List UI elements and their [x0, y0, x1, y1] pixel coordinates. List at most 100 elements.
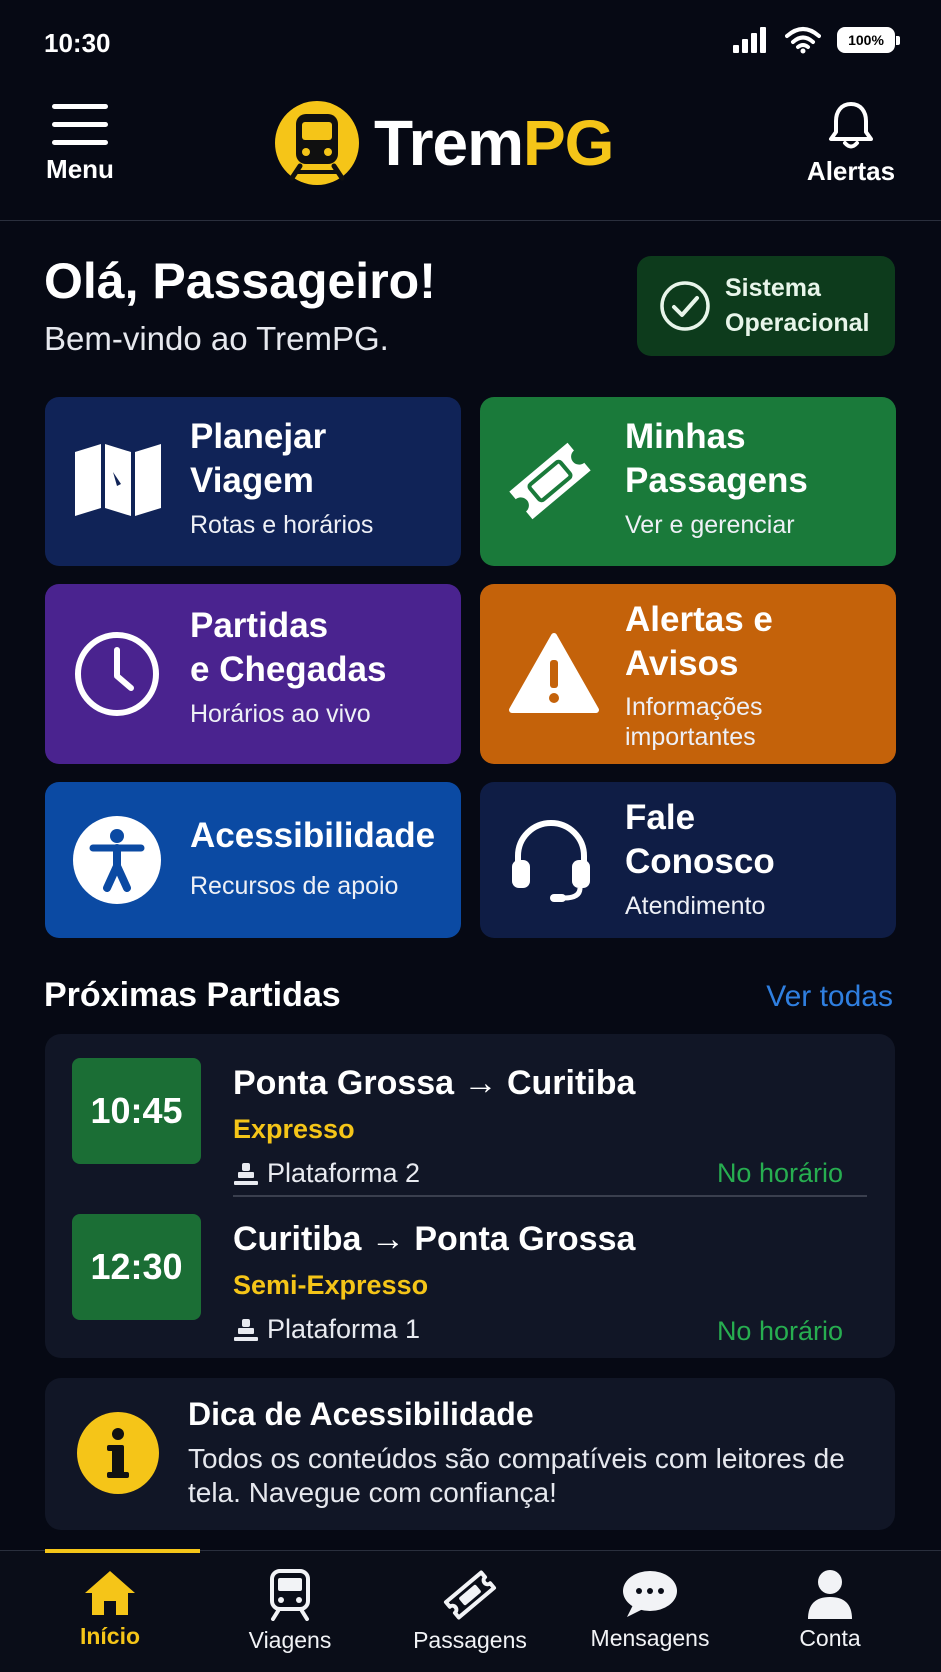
train-logo-icon — [275, 101, 359, 185]
departure-route: Ponta Grossa → Curitiba — [233, 1064, 636, 1102]
tile-subtitle: Ver e gerenciar — [625, 511, 795, 539]
tile-title: Minhas — [625, 417, 746, 456]
accessibility-tip-card: Dica de Acessibilidade Todos os conteúdo… — [45, 1378, 895, 1530]
tile-my-tickets-text: Minhas Passagens Ver e gerenciar — [625, 415, 808, 541]
tile-subtitle: importantes — [625, 723, 756, 751]
train-icon — [270, 1569, 310, 1621]
check-circle-icon — [660, 281, 710, 331]
tile-subtitle: Atendimento — [625, 892, 766, 920]
tile-title: Acessibilidade — [190, 816, 436, 855]
tile-title: Avisos — [625, 644, 739, 683]
tile-subtitle: Horários ao vivo — [190, 700, 371, 728]
departures-card: 10:45 Ponta Grossa → Curitiba Expresso P… — [45, 1034, 895, 1358]
departure-status: No horário — [716, 1316, 843, 1346]
system-status-badge: Sistema Operacional — [637, 256, 895, 356]
departure-time: 10:45 — [72, 1058, 201, 1164]
headset-icon — [512, 820, 590, 902]
ticket-icon — [443, 1570, 497, 1620]
brand-name-prefix: Trem — [374, 107, 524, 179]
nav-label: Viagens — [248, 1627, 332, 1653]
nav-item-account[interactable]: Conta — [740, 1569, 920, 1652]
divider — [233, 1195, 867, 1197]
tile-title: Planejar — [190, 417, 327, 456]
info-icon — [77, 1412, 159, 1494]
alerts-button[interactable]: Alertas — [801, 100, 901, 187]
brand-logo: TremPG — [274, 100, 614, 186]
wifi-icon — [785, 27, 821, 54]
tile-subtitle: Informações — [625, 693, 763, 721]
menu-button[interactable]: Menu — [40, 102, 120, 185]
battery-icon: 100% — [837, 27, 900, 53]
status-bar: 10:30 100% — [0, 0, 941, 86]
departure-type: Semi-Expresso — [233, 1270, 429, 1300]
tile-alerts-text: Alertas e Avisos Informações importantes — [625, 598, 773, 752]
tile-departures-text: Partidas e Chegadas Horários ao vivo — [190, 604, 386, 730]
departure-time: 12:30 — [72, 1214, 201, 1320]
system-status-text: Sistema Operacional — [725, 271, 870, 341]
platform-icon — [234, 1318, 258, 1341]
greeting-subtitle: Bem-vindo ao TremPG. — [44, 320, 389, 357]
see-all-link[interactable]: Ver todas — [766, 980, 893, 1014]
brand-name: TremPG — [374, 106, 614, 180]
tile-plan-trip[interactable]: Planejar Viagem Rotas e horários — [45, 397, 461, 566]
bell-icon — [829, 102, 873, 149]
hamburger-icon — [52, 104, 108, 145]
system-status-line2: Operacional — [725, 309, 870, 337]
active-tab-indicator — [45, 1549, 200, 1553]
app-header: Menu TremPG Alertas — [0, 86, 941, 221]
departure-platform: Plataforma 1 — [233, 1314, 420, 1345]
user-icon — [808, 1570, 852, 1619]
greeting-title: Olá, Passageiro! — [44, 253, 436, 309]
departure-row[interactable]: 12:30 Curitiba → Ponta Grossa Semi-Expre… — [45, 1214, 895, 1364]
brand-name-suffix: PG — [522, 107, 614, 179]
departure-platform-text: Plataforma 2 — [267, 1158, 421, 1188]
tip-text: Todos os conteúdos são compatíveis com l… — [188, 1443, 845, 1508]
departure-row[interactable]: 10:45 Ponta Grossa → Curitiba Expresso P… — [45, 1058, 895, 1208]
nav-item-home[interactable]: Início — [20, 1569, 200, 1650]
nav-label: Passagens — [413, 1627, 527, 1653]
tile-title: Fale — [625, 798, 696, 837]
status-time: 10:30 — [44, 28, 111, 58]
tile-subtitle: Recursos de apoio — [190, 872, 399, 900]
departure-status: No horário — [716, 1158, 843, 1188]
warning-icon — [509, 633, 599, 713]
tile-accessibility-text: Acessibilidade Recursos de apoio — [190, 814, 435, 902]
tile-accessibility[interactable]: Acessibilidade Recursos de apoio — [45, 782, 461, 938]
home-icon — [85, 1571, 135, 1615]
bottom-navigation: Início Viagens Passagens Mensagens Conta — [0, 1549, 941, 1672]
departure-route: Curitiba → Ponta Grossa — [233, 1220, 636, 1258]
departure-platform: Plataforma 2 — [233, 1158, 420, 1189]
tile-title: Viagem — [190, 461, 314, 500]
tile-departures-arrivals[interactable]: Partidas e Chegadas Horários ao vivo — [45, 584, 461, 764]
tile-plan-trip-text: Planejar Viagem Rotas e horários — [190, 415, 373, 541]
tile-title: e Chegadas — [190, 650, 387, 689]
nav-item-trips[interactable]: Viagens — [200, 1569, 380, 1654]
departure-platform-text: Plataforma 1 — [267, 1314, 421, 1344]
tile-contact-text: Fale Conosco Atendimento — [625, 796, 775, 922]
map-icon — [75, 444, 161, 516]
tile-subtitle: Rotas e horários — [190, 511, 374, 539]
tile-title: Partidas — [190, 606, 329, 645]
nav-item-passes[interactable]: Passagens — [380, 1569, 560, 1654]
departures-section-title: Próximas Partidas — [44, 976, 341, 1014]
tile-title: Alertas e — [625, 600, 773, 639]
signal-icon — [733, 27, 766, 53]
nav-label: Início — [79, 1623, 141, 1649]
tile-title: Conosco — [625, 842, 775, 881]
menu-label: Menu — [46, 154, 114, 184]
alerts-label: Alertas — [806, 156, 896, 186]
tile-my-tickets[interactable]: Minhas Passagens Ver e gerenciar — [480, 397, 896, 566]
nav-item-messages[interactable]: Mensagens — [560, 1569, 740, 1652]
accessibility-icon — [73, 816, 161, 904]
nav-label: Mensagens — [590, 1625, 710, 1651]
tile-alerts-notices[interactable]: Alertas e Avisos Informações importantes — [480, 584, 896, 764]
tile-contact-us[interactable]: Fale Conosco Atendimento — [480, 782, 896, 938]
status-icons: 100% — [733, 26, 900, 54]
ticket-icon — [509, 442, 591, 520]
chat-icon — [623, 1571, 677, 1617]
clock-icon — [75, 632, 159, 716]
nav-label: Conta — [799, 1625, 861, 1651]
platform-icon — [234, 1162, 258, 1185]
tip-title: Dica de Acessibilidade — [188, 1396, 534, 1432]
tile-title: Passagens — [625, 461, 808, 500]
